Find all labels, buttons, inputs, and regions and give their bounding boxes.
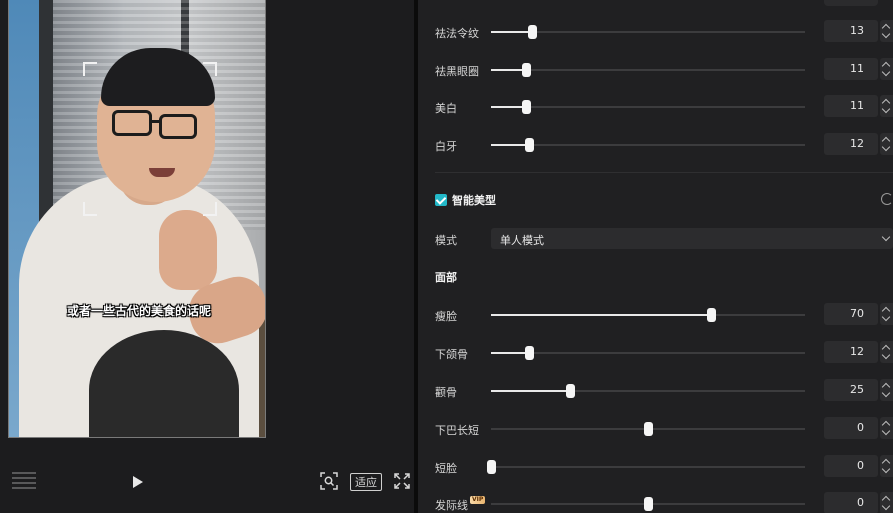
slider-track[interactable]	[491, 25, 805, 39]
slider-track[interactable]	[487, 460, 805, 474]
slider-knob[interactable]	[521, 100, 531, 114]
face-heading: 面部	[435, 271, 457, 284]
slider-knob[interactable]	[487, 460, 496, 474]
value-field[interactable]: 11	[824, 95, 878, 117]
slider-label: 颧骨	[435, 386, 457, 399]
slider-knob[interactable]	[527, 25, 537, 39]
slider-row: 短脸 0	[418, 455, 893, 479]
slider-label: 祛法令纹	[435, 27, 479, 40]
face-focus-corner	[203, 202, 217, 216]
chevron-down-icon	[881, 232, 891, 242]
value-field[interactable]: 12	[824, 341, 878, 363]
slider-label: 祛黑眼圈	[435, 65, 479, 78]
slider-label: 白牙	[435, 140, 457, 153]
section-title: 智能美型	[452, 194, 496, 207]
player-controls: 适应	[0, 466, 414, 498]
slider-knob[interactable]	[644, 497, 653, 511]
preview-panel: 或者一些古代的美食的话呢 适应	[0, 0, 414, 513]
slider-knob[interactable]	[565, 384, 575, 398]
smart-shape-toggle[interactable]: 智能美型	[435, 192, 496, 208]
stepper-arrows[interactable]	[880, 58, 893, 80]
scan-icon[interactable]	[318, 470, 340, 492]
slider-label: 美白	[435, 102, 457, 115]
face-focus-corner	[203, 62, 217, 76]
slider-row: 祛法令纹 13	[418, 20, 893, 44]
stepper-arrows[interactable]	[880, 417, 893, 439]
slider-row: 下巴长短 0	[418, 417, 893, 441]
face-focus-corner	[83, 202, 97, 216]
slider-knob[interactable]	[524, 346, 534, 360]
value-field[interactable]: 0	[824, 492, 878, 513]
fullscreen-icon[interactable]	[391, 470, 413, 492]
slider-track[interactable]	[491, 422, 805, 436]
slider-row: 瘦脸 70	[418, 303, 893, 327]
beauty-settings-panel: 祛法令纹 13 祛黑眼圈 11 美白 11 白牙 12 智能美型 模式 单人模式…	[418, 0, 893, 513]
value-field[interactable]: 70	[824, 303, 878, 325]
slider-label: 短脸	[435, 462, 457, 475]
slider-knob[interactable]	[706, 308, 716, 322]
grid-icon[interactable]	[12, 472, 36, 490]
value-field[interactable]: 25	[824, 379, 878, 401]
mode-label: 模式	[435, 234, 457, 247]
stepper-arrows[interactable]	[880, 95, 893, 117]
slider-row: 祛黑眼圈 11	[418, 58, 893, 82]
stepper-arrows[interactable]	[880, 341, 893, 363]
checkbox-checked[interactable]	[435, 194, 447, 206]
slider-row: 发际线 0	[418, 492, 893, 513]
reset-icon[interactable]	[881, 193, 893, 205]
play-icon[interactable]	[128, 472, 148, 492]
slider-label: 下颌骨	[435, 348, 468, 361]
slider-label: 发际线	[435, 499, 468, 512]
slider-knob[interactable]	[644, 422, 653, 436]
slider-track[interactable]	[491, 100, 805, 114]
slider-track[interactable]	[491, 308, 805, 322]
mode-select-value: 单人模式	[500, 234, 544, 247]
slider-track[interactable]	[491, 497, 805, 511]
value-field[interactable]: 11	[824, 58, 878, 80]
slider-track[interactable]	[491, 138, 805, 152]
slider-row: 下颌骨 12	[418, 341, 893, 365]
slider-row: 美白 11	[418, 95, 893, 119]
stepper-arrows[interactable]	[880, 492, 893, 513]
number-field[interactable]	[824, 0, 878, 6]
stepper-arrows[interactable]	[880, 379, 893, 401]
slider-knob[interactable]	[521, 63, 531, 77]
slider-row: 白牙 12	[418, 133, 893, 157]
stepper-arrows[interactable]	[880, 20, 893, 42]
slider-row: 颧骨 25	[418, 379, 893, 403]
value-field[interactable]: 13	[824, 20, 878, 42]
slider-track[interactable]	[491, 63, 805, 77]
video-subtitle: 或者一些古代的美食的话呢	[66, 304, 211, 318]
face-focus-corner	[83, 62, 97, 76]
stepper-arrows[interactable]	[880, 133, 893, 155]
section-divider	[435, 172, 893, 173]
value-field[interactable]: 0	[824, 417, 878, 439]
slider-knob[interactable]	[524, 138, 534, 152]
vip-badge: VIP	[470, 496, 486, 504]
mode-select[interactable]: 单人模式	[491, 228, 893, 249]
slider-track[interactable]	[491, 346, 805, 360]
slider-label: 瘦脸	[435, 310, 457, 323]
stepper-arrows[interactable]	[880, 303, 893, 325]
video-player[interactable]: 或者一些古代的美食的话呢	[8, 0, 266, 438]
value-field[interactable]: 12	[824, 133, 878, 155]
slider-track[interactable]	[491, 384, 805, 398]
value-field[interactable]: 0	[824, 455, 878, 477]
stepper-arrows[interactable]	[880, 455, 893, 477]
slider-label: 下巴长短	[435, 424, 479, 437]
video-frame: 或者一些古代的美食的话呢	[9, 0, 265, 437]
fit-button[interactable]: 适应	[350, 473, 382, 491]
